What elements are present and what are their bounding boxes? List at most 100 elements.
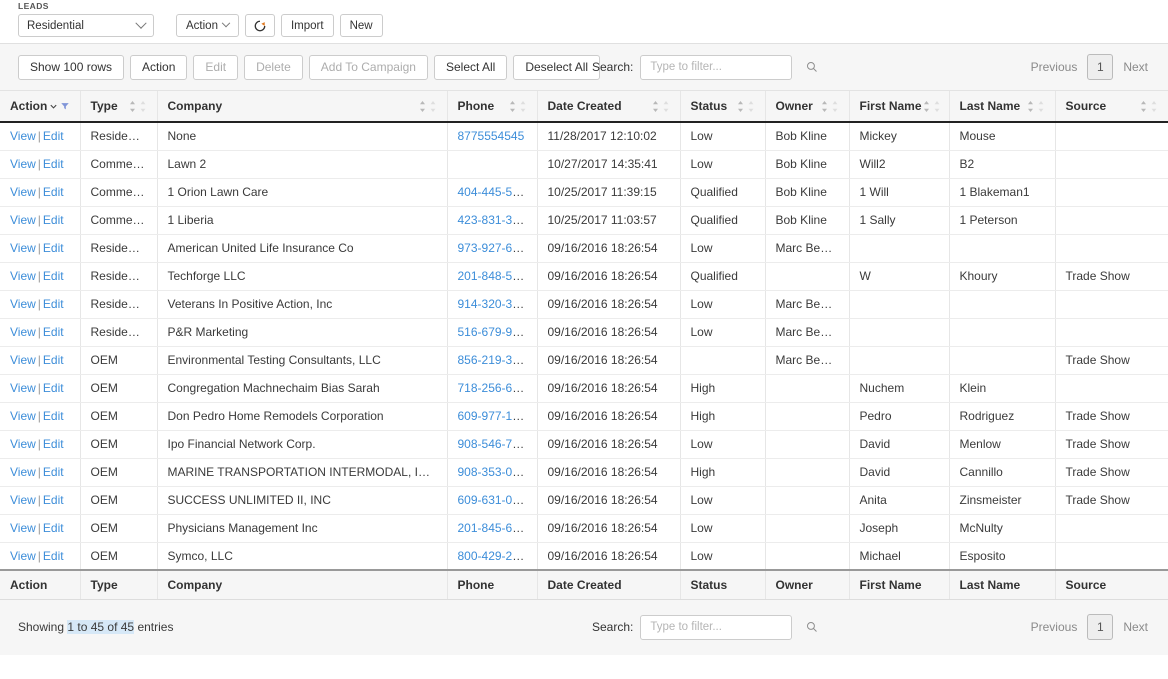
table-row[interactable]: View | Edit OEM Symco, LLC 800-429-2180 09/16/… xyxy=(0,542,1168,571)
view-link[interactable]: View xyxy=(10,465,36,479)
bulk-action-button[interactable]: Action xyxy=(130,54,188,80)
import-button[interactable]: Import xyxy=(280,14,334,37)
cell-phone[interactable]: 8775554545 xyxy=(447,122,538,151)
table-row[interactable]: View | Edit OEM Congregation Machnechaim Bia… xyxy=(0,374,1168,403)
cell-phone[interactable]: 404-445-5706 xyxy=(447,178,538,207)
cell-phone[interactable]: 423-831-3926 xyxy=(447,206,538,235)
cell-phone-link[interactable]: 856-219-3100 xyxy=(458,353,533,367)
col-header-owner[interactable]: Owner xyxy=(765,91,850,123)
edit-link[interactable]: Edit xyxy=(43,297,64,311)
sort-updown-icon[interactable] xyxy=(922,100,941,113)
table-row[interactable]: View | Edit Commercial 1 Orion Lawn Care 404-… xyxy=(0,178,1168,207)
bottom-search-field-wrapper[interactable] xyxy=(640,614,818,640)
page-1-button[interactable]: 1 xyxy=(1087,54,1114,80)
cell-phone-link[interactable]: 201-848-5558 xyxy=(458,269,533,283)
edit-button[interactable]: Edit xyxy=(193,54,239,80)
bottom-previous-page-button[interactable]: Previous xyxy=(1021,620,1088,634)
table-row[interactable]: View | Edit Residential Techforge LLC 201-848… xyxy=(0,262,1168,291)
view-link[interactable]: View xyxy=(10,157,36,171)
cell-phone-link[interactable]: 908-546-7900 xyxy=(458,437,533,451)
view-link[interactable]: View xyxy=(10,381,36,395)
table-row[interactable]: View | Edit OEM Physicians Management Inc 201… xyxy=(0,514,1168,543)
deselect-all-button[interactable]: Deselect All xyxy=(513,54,601,80)
cell-phone[interactable]: 718-256-6815 xyxy=(447,374,538,403)
cell-phone[interactable]: 856-219-3100 xyxy=(447,346,538,375)
cell-phone[interactable]: 973-927-6300 xyxy=(447,234,538,263)
cell-phone-link[interactable]: 718-256-6815 xyxy=(458,381,533,395)
cell-phone[interactable]: 201-848-5558 xyxy=(447,262,538,291)
table-row[interactable]: View | Edit OEM Don Pedro Home Remodels Corp… xyxy=(0,402,1168,431)
cell-phone-link[interactable]: 609-631-0500 xyxy=(458,493,533,507)
cell-phone[interactable]: 908-546-7900 xyxy=(447,430,538,459)
add-to-campaign-button[interactable]: Add To Campaign xyxy=(308,54,428,80)
cell-phone-link[interactable]: 423-831-3926 xyxy=(458,213,533,227)
cell-phone-link[interactable]: 914-320-3787 xyxy=(458,297,533,311)
edit-link[interactable]: Edit xyxy=(43,353,64,367)
cell-phone[interactable]: 201-845-6363 xyxy=(447,514,538,543)
table-row[interactable]: View | Edit Commercial Lawn 2 10/27/2017 14:3… xyxy=(0,150,1168,179)
view-link[interactable]: View xyxy=(10,129,36,143)
view-link[interactable]: View xyxy=(10,325,36,339)
edit-link[interactable]: Edit xyxy=(43,325,64,339)
search-field-wrapper[interactable] xyxy=(640,54,818,80)
sort-updown-icon[interactable] xyxy=(128,100,147,113)
table-row[interactable]: View | Edit Commercial 1 Liberia 423-831-3926… xyxy=(0,206,1168,235)
cell-phone[interactable]: 908-353-0991 xyxy=(447,458,538,487)
sort-updown-icon[interactable] xyxy=(1139,100,1158,113)
show-rows-button[interactable]: Show 100 rows xyxy=(18,54,125,80)
bottom-search-input[interactable] xyxy=(648,620,807,634)
previous-page-button[interactable]: Previous xyxy=(1021,60,1088,74)
edit-link[interactable]: Edit xyxy=(43,493,64,507)
cell-phone[interactable]: 800-429-2180 xyxy=(447,542,538,571)
bottom-next-page-button[interactable]: Next xyxy=(1113,620,1158,634)
edit-link[interactable]: Edit xyxy=(43,409,64,423)
sort-updown-icon[interactable] xyxy=(820,100,839,113)
view-link[interactable]: View xyxy=(10,549,36,563)
edit-link[interactable]: Edit xyxy=(43,521,64,535)
edit-link[interactable]: Edit xyxy=(43,549,64,563)
cell-phone-link[interactable]: 973-927-6300 xyxy=(458,241,533,255)
table-row[interactable]: View | Edit Residential None 8775554545 11/28/… xyxy=(0,122,1168,151)
cell-phone[interactable]: 609-977-1528 xyxy=(447,402,538,431)
table-row[interactable]: View | Edit OEM MARINE TRANSPORTATION INTERM… xyxy=(0,458,1168,487)
edit-link[interactable]: Edit xyxy=(43,129,64,143)
col-header-type[interactable]: Type xyxy=(80,91,158,123)
cell-phone[interactable]: 914-320-3787 xyxy=(447,290,538,319)
view-link[interactable]: View xyxy=(10,213,36,227)
edit-link[interactable]: Edit xyxy=(43,465,64,479)
delete-button[interactable]: Delete xyxy=(244,54,303,80)
cell-phone-link[interactable]: 800-429-2180 xyxy=(458,549,533,563)
next-page-button[interactable]: Next xyxy=(1113,60,1158,74)
table-row[interactable]: View | Edit OEM Environmental Testing Consul… xyxy=(0,346,1168,375)
cell-phone[interactable] xyxy=(447,150,538,179)
table-row[interactable]: View | Edit OEM SUCCESS UNLIMITED II, INC 609… xyxy=(0,486,1168,515)
cell-phone-link[interactable]: 404-445-5706 xyxy=(458,185,533,199)
sort-updown-icon[interactable] xyxy=(736,100,755,113)
col-header-date-created[interactable]: Date Created xyxy=(537,91,681,123)
sort-updown-icon[interactable] xyxy=(1026,100,1045,113)
search-input[interactable] xyxy=(648,60,807,74)
refresh-button[interactable] xyxy=(244,14,275,37)
table-row[interactable]: View | Edit Residential P&R Marketing 516-679… xyxy=(0,318,1168,347)
view-link[interactable]: View xyxy=(10,521,36,535)
table-row[interactable]: View | Edit Residential Veterans In Positive… xyxy=(0,290,1168,319)
new-button[interactable]: New xyxy=(339,14,383,37)
edit-link[interactable]: Edit xyxy=(43,241,64,255)
view-link[interactable]: View xyxy=(10,353,36,367)
col-header-status[interactable]: Status xyxy=(680,91,766,123)
bottom-page-1-button[interactable]: 1 xyxy=(1087,614,1114,640)
table-row[interactable]: View | Edit Residential American United Life… xyxy=(0,234,1168,263)
view-link[interactable]: View xyxy=(10,185,36,199)
col-header-source[interactable]: Source xyxy=(1055,91,1168,123)
lead-type-select[interactable]: Residential xyxy=(18,14,154,37)
edit-link[interactable]: Edit xyxy=(43,157,64,171)
select-all-button[interactable]: Select All xyxy=(433,54,508,80)
view-link[interactable]: View xyxy=(10,269,36,283)
edit-link[interactable]: Edit xyxy=(43,213,64,227)
cell-phone[interactable]: 609-631-0500 xyxy=(447,486,538,515)
col-header-first-name[interactable]: First Name xyxy=(849,91,950,123)
edit-link[interactable]: Edit xyxy=(43,381,64,395)
view-link[interactable]: View xyxy=(10,241,36,255)
sort-updown-icon[interactable] xyxy=(651,100,670,113)
funnel-filter-icon[interactable] xyxy=(60,101,70,111)
